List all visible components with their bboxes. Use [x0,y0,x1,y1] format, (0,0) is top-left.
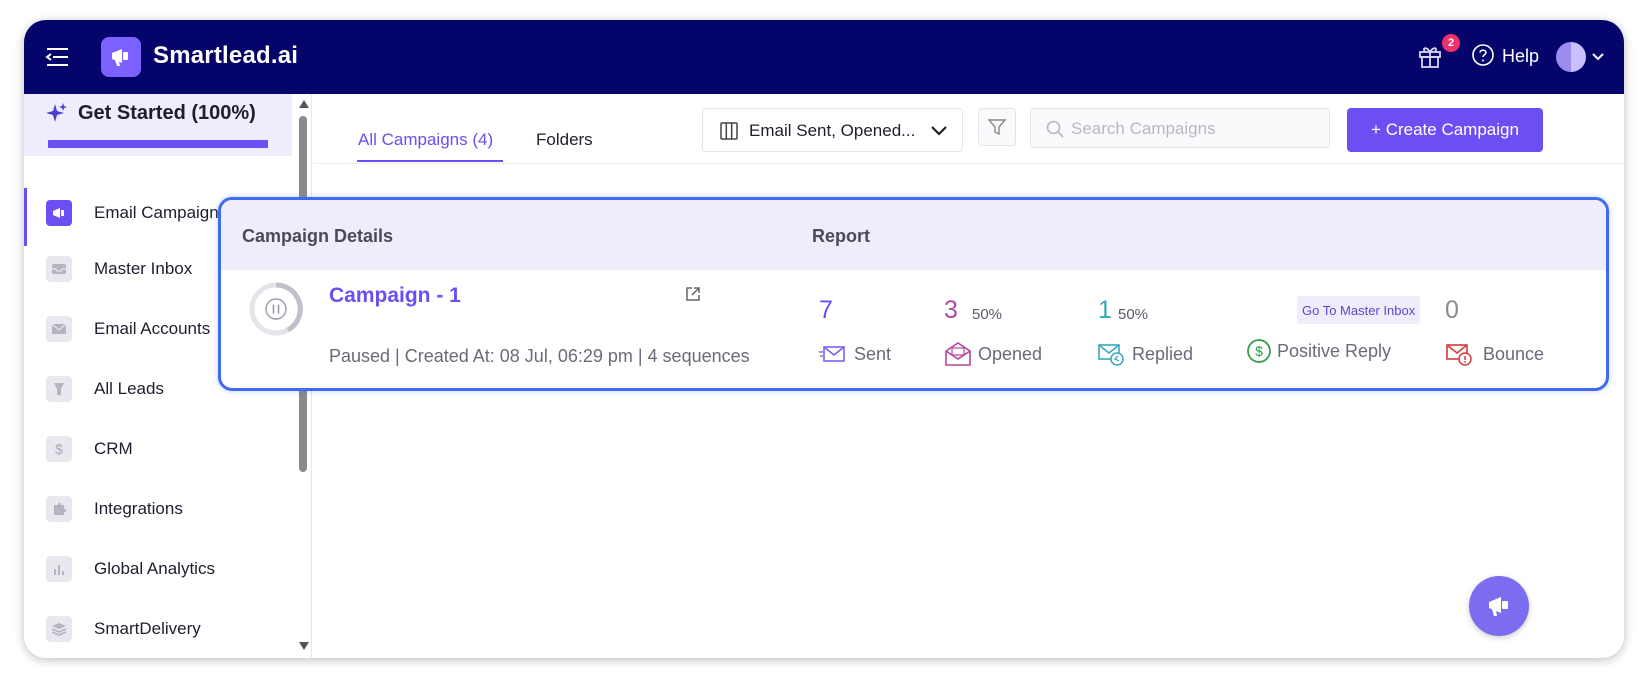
scroll-down-arrow-icon[interactable] [299,642,309,650]
leads-icon [46,376,72,402]
replied-label: Replied [1132,344,1194,364]
sidebar-item-global-analytics[interactable]: Global Analytics [24,544,292,594]
sidebar-item-label: Master Inbox [94,259,193,278]
help-link[interactable]: Help [1502,46,1539,67]
bar-chart-icon [46,556,72,582]
paused-status-icon[interactable] [247,280,305,338]
app-name: Smartlead.ai [153,42,299,69]
go-to-master-inbox-link[interactable]: Go To Master Inbox [1297,296,1421,324]
envelope-icon [46,316,72,342]
notification-badge: 2 [1442,34,1460,52]
inbox-icon [46,256,72,282]
layers-icon [46,616,72,642]
gift-icon[interactable] [1416,42,1444,70]
bounced-count: 0 [1445,296,1459,324]
opened-mail-icon [945,342,971,366]
column-header-details: Campaign Details [242,226,394,246]
sidebar-item-label: Email Accounts [94,319,211,338]
campaign-meta: Paused | Created At: 08 Jul, 06:29 pm | … [329,346,750,366]
help-icon[interactable] [1471,43,1495,67]
search-icon [1046,120,1064,138]
search-input[interactable] [1071,115,1321,143]
sidebar-item-label: Email Campaign [94,203,219,222]
sent-label: Sent [854,344,892,364]
user-avatar[interactable] [1556,42,1586,72]
campaign-row-card[interactable]: Campaign Details Report Campaign - 1 Pau… [218,197,1609,391]
svg-text:$: $ [1255,343,1263,359]
megaphone-icon [46,200,72,226]
opened-percent: 50% [972,306,1003,323]
dollar-icon: $ [46,436,72,462]
sent-mail-icon [819,346,845,362]
sidebar-item-smartdelivery[interactable]: SmartDelivery [24,604,292,654]
external-link-icon[interactable] [684,285,702,303]
columns-select-value: Email Sent, Opened... [749,121,916,140]
bounced-label: Bounce [1483,344,1545,364]
filter-button[interactable] [978,108,1016,146]
columns-select[interactable]: Email Sent, Opened... [702,108,963,152]
filter-icon [987,119,1007,136]
chevron-down-icon[interactable] [1592,52,1604,62]
bounced-mail-icon [1446,344,1472,366]
top-navbar: Smartlead.ai 2 Help [24,20,1624,94]
scroll-up-arrow-icon[interactable] [299,100,309,108]
puzzle-icon [46,496,72,522]
positive-reply-label: Positive Reply [1277,341,1392,361]
sent-count: 7 [819,296,833,324]
support-fab[interactable] [1469,576,1529,636]
opened-label: Opened [978,344,1043,364]
search-box[interactable] [1030,108,1330,148]
sidebar-item-label: SmartDelivery [94,619,201,638]
campaign-name-link[interactable]: Campaign - 1 [329,284,461,308]
get-started-label: Get Started (100%) [78,102,256,124]
menu-collapse-icon[interactable] [44,45,70,69]
megaphone-icon [1489,597,1508,616]
column-header-report: Report [812,226,870,246]
replied-count: 1 [1098,296,1112,324]
sidebar-item-integrations[interactable]: Integrations [24,484,292,534]
replied-percent: 50% [1118,306,1149,323]
sidebar-item-label: CRM [94,439,133,458]
table-header: Campaign Details Report [221,200,1606,270]
create-campaign-button[interactable]: + Create Campaign [1347,108,1543,152]
dollar-circle-icon: $ [1247,339,1271,363]
sidebar-item-label: Global Analytics [94,559,215,578]
columns-icon [720,122,738,140]
smartlead-logo-icon[interactable] [101,37,141,77]
get-started-progress-bar [48,140,268,148]
tab-all-campaigns[interactable]: All Campaigns (4) [358,130,493,150]
sidebar-item-crm[interactable]: $ CRM [24,424,292,474]
opened-count: 3 [944,296,958,324]
get-started-panel[interactable]: Get Started (100%) [24,94,292,156]
tab-folders[interactable]: Folders [536,130,593,150]
sidebar-item-label: Integrations [94,499,183,518]
campaigns-toolbar: All Campaigns (4) Folders Email Sent, Op… [313,94,1624,164]
replied-mail-icon [1098,344,1124,366]
active-tab-indicator [357,160,503,162]
sparkle-icon [46,103,67,122]
sidebar-item-label: All Leads [94,379,164,398]
chevron-down-icon [931,126,947,136]
